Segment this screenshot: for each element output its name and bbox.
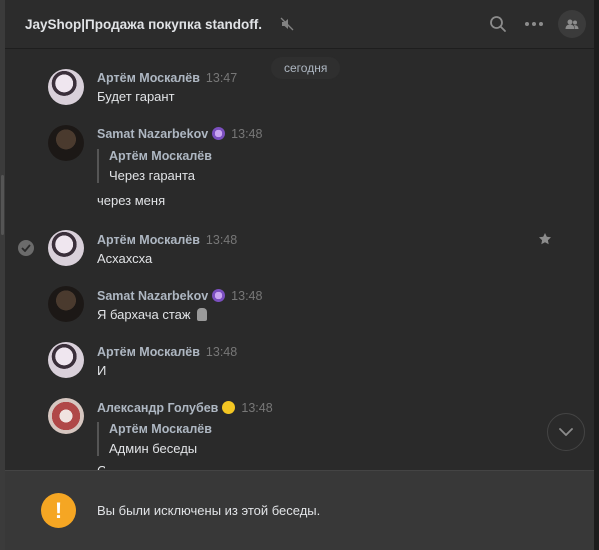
excluded-banner: ! Вы были исключены из этой беседы. [5,470,594,550]
select-check-icon[interactable] [18,240,34,256]
message-time[interactable]: 13:48 [241,401,272,415]
chevron-down-icon [559,428,573,436]
author-name[interactable]: Samat Nazarbekov [97,289,208,303]
avatar[interactable] [48,230,84,266]
avatar[interactable] [48,342,84,378]
author-name[interactable]: Артём Москалёв [97,71,200,85]
banner-text: Вы были исключены из этой беседы. [97,503,321,518]
chat-title[interactable]: JayShop|Продажа покупка standoff. [25,17,262,32]
message-time[interactable]: 13:48 [206,233,237,247]
quoted-message[interactable]: Артём Москалёв Админ беседы [97,422,212,456]
message-text: И [97,363,107,378]
sunglasses-emoji-icon [222,401,236,414]
quoted-message[interactable]: Артём Москалёв Через гаранта [97,149,212,183]
status-emoji-icon [212,127,226,140]
chat-header: JayShop|Продажа покупка standoff. [5,0,594,49]
quote-text: Через гаранта [109,168,196,183]
message-time[interactable]: 13:48 [231,127,262,141]
star-icon[interactable] [538,232,552,246]
message-text: Асхахсха [97,251,153,266]
date-separator: сегодня [271,57,341,79]
status-emoji-icon [212,289,226,302]
message-text: через меня [97,193,166,208]
message-text: Будет гарант [97,89,175,104]
message-text: Я бархача стаж [97,307,191,322]
author-name[interactable]: Артём Москалёв [97,345,200,359]
author-name[interactable]: Samat Nazarbekov [97,127,208,141]
left-scrollbar-thumb[interactable] [1,175,4,235]
more-icon[interactable] [516,6,552,42]
right-edge [594,0,599,550]
message-time[interactable]: 13:47 [206,71,237,85]
quote-text: Админ беседы [109,441,198,456]
author-name[interactable]: Александр Голубев [97,401,218,415]
moai-emoji-icon [197,308,208,321]
avatar[interactable] [48,286,84,322]
quote-author: Артём Москалёв [109,149,212,163]
message-time[interactable]: 13:48 [231,289,262,303]
avatar[interactable] [48,125,84,161]
author-name[interactable]: Артём Москалёв [97,233,200,247]
members-icon[interactable] [558,10,586,38]
warning-icon: ! [41,493,76,528]
avatar[interactable] [48,398,84,434]
message-feed[interactable]: сегодня Артём Москалёв 13:47 Будет гарант… [5,50,594,470]
mute-icon [280,17,294,31]
message-time[interactable]: 13:48 [206,345,237,359]
search-icon[interactable] [480,6,516,42]
avatar[interactable] [48,69,84,105]
scroll-down-button[interactable] [547,413,585,451]
quote-author: Артём Москалёв [109,422,212,436]
